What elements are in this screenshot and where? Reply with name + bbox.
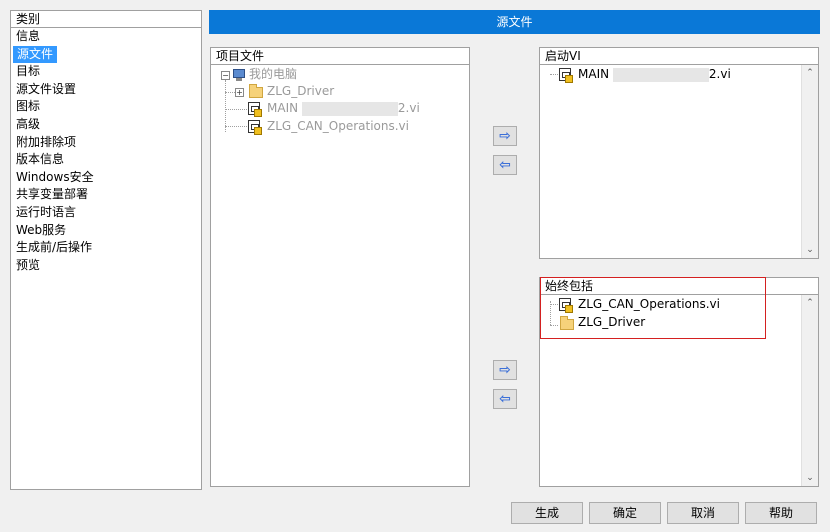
startup-main-vi-suffix: 2.vi <box>708 67 731 81</box>
computer-icon <box>233 69 245 82</box>
remove-from-always-include-button[interactable]: ⇦ <box>493 389 517 409</box>
startup-item-main-vi[interactable]: MAIN 2.vi <box>578 65 731 83</box>
cancel-button[interactable]: 取消 <box>667 502 739 524</box>
vi-icon <box>248 102 262 117</box>
always-include-scrollbar[interactable]: ⌃ ⌄ <box>801 295 818 486</box>
collapse-icon[interactable]: − <box>221 71 230 80</box>
scroll-up-icon[interactable]: ⌃ <box>802 295 818 311</box>
startup-vis-list[interactable]: MAIN 2.vi <box>540 65 802 258</box>
category-item-windows-security[interactable]: Windows安全 <box>11 169 201 187</box>
startup-main-vi-prefix: MAIN <box>578 67 610 81</box>
add-to-startup-button[interactable]: ⇨ <box>493 126 517 146</box>
category-item-version-info[interactable]: 版本信息 <box>11 151 201 169</box>
startup-scrollbar[interactable]: ⌃ ⌄ <box>801 65 818 258</box>
folder-icon <box>249 84 263 98</box>
category-header: 类别 <box>11 11 201 28</box>
scroll-up-icon[interactable]: ⌃ <box>802 65 818 81</box>
category-item-shared-variable-deployment[interactable]: 共享变量部署 <box>11 186 201 204</box>
tree-item-zlg-can-operations[interactable]: ZLG_CAN_Operations.vi <box>267 117 409 135</box>
project-files-header: 项目文件 <box>211 48 469 65</box>
tree-item-zlg-driver[interactable]: ZLG_Driver <box>267 82 334 100</box>
category-list: 类别 信息 源文件 目标 源文件设置 图标 高级 附加排除项 版本信息 Wind… <box>10 10 202 490</box>
ok-button[interactable]: 确定 <box>589 502 661 524</box>
category-item-source-file-settings[interactable]: 源文件设置 <box>11 81 201 99</box>
scroll-down-icon[interactable]: ⌄ <box>802 242 818 258</box>
tree-item-my-computer[interactable]: 我的电脑 <box>249 65 297 83</box>
category-item-destinations[interactable]: 目标 <box>11 63 201 81</box>
category-item-preview[interactable]: 预览 <box>11 257 201 275</box>
remove-from-startup-button[interactable]: ⇦ <box>493 155 517 175</box>
category-item-source-files[interactable]: 源文件 <box>13 45 58 64</box>
redacted-region <box>612 67 709 82</box>
page-title: 源文件 <box>209 10 820 34</box>
category-item-info[interactable]: 信息 <box>11 28 201 46</box>
highlight-box <box>540 277 766 339</box>
vi-icon <box>248 120 262 135</box>
build-button[interactable]: 生成 <box>511 502 583 524</box>
category-item-run-time-languages[interactable]: 运行时语言 <box>11 204 201 222</box>
project-files-tree[interactable]: − 我的电脑 + ZLG_Driver MAIN 2.vi ZLG_CAN_Op… <box>211 65 469 486</box>
category-item-icon[interactable]: 图标 <box>11 98 201 116</box>
expand-icon[interactable]: + <box>235 88 244 97</box>
category-item-pre-post-build-actions[interactable]: 生成前/后操作 <box>11 239 201 257</box>
scroll-down-icon[interactable]: ⌄ <box>802 470 818 486</box>
add-to-always-include-button[interactable]: ⇨ <box>493 360 517 380</box>
redacted-region <box>301 101 398 116</box>
main-vi-name-prefix: MAIN <box>267 101 299 115</box>
category-item-additional-exclusions[interactable]: 附加排除项 <box>11 134 201 152</box>
tree-item-main-vi[interactable]: MAIN 2.vi <box>267 99 420 117</box>
startup-vis-panel: 启动VI MAIN 2.vi ⌃ ⌄ <box>539 47 819 259</box>
project-files-panel: 项目文件 − 我的电脑 + ZLG_Driver MAIN 2.vi ZLG_C… <box>210 47 470 487</box>
category-item-advanced[interactable]: 高级 <box>11 116 201 134</box>
startup-vis-header: 启动VI <box>540 48 818 65</box>
help-button[interactable]: 帮助 <box>745 502 817 524</box>
main-vi-name-suffix: 2.vi <box>397 101 420 115</box>
category-item-web-services[interactable]: Web服务 <box>11 222 201 240</box>
vi-icon <box>559 68 573 83</box>
